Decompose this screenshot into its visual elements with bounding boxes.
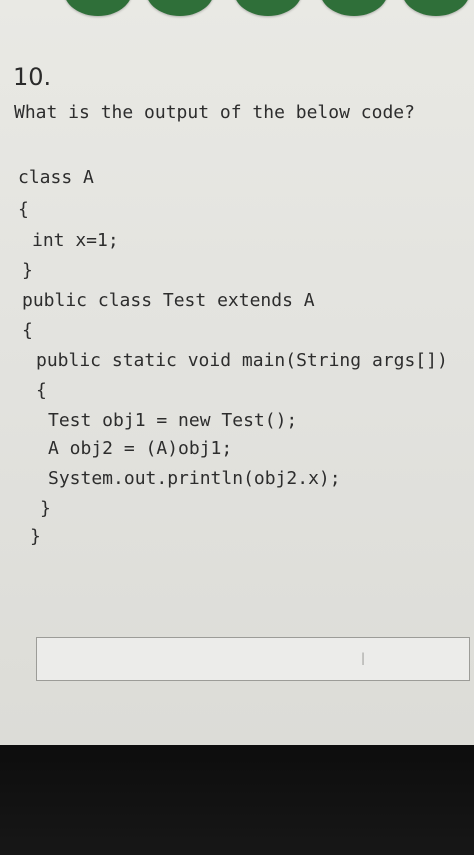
code-line-13: } — [30, 526, 41, 547]
code-line-2: { — [18, 199, 29, 220]
progress-dot-4[interactable] — [320, 0, 388, 16]
code-line-3: int x=1; — [32, 230, 119, 251]
code-line-8: { — [36, 380, 47, 401]
question-number: 10. — [13, 63, 52, 91]
code-line-11: System.out.println(obj2.x); — [48, 468, 341, 489]
progress-dot-3[interactable] — [234, 0, 302, 16]
progress-dot-2[interactable] — [146, 0, 214, 16]
code-line-4: } — [22, 260, 33, 281]
question-prompt: What is the output of the below code? — [14, 102, 415, 123]
quiz-screen: 10. What is the output of the below code… — [0, 0, 474, 745]
code-line-7: public static void main(String args[]) — [36, 350, 448, 371]
screen-bezel — [0, 745, 474, 855]
progress-dot-1[interactable] — [64, 0, 132, 16]
code-line-10: A obj2 = (A)obj1; — [48, 438, 233, 459]
code-line-12: } — [40, 498, 51, 519]
code-line-1: class A — [18, 167, 94, 188]
text-cursor: | — [360, 651, 365, 665]
code-line-5: public class Test extends A — [22, 290, 315, 311]
code-line-9: Test obj1 = new Test(); — [48, 410, 298, 431]
code-line-6: { — [22, 320, 33, 341]
answer-input[interactable]: | — [36, 637, 470, 681]
progress-dot-5[interactable] — [402, 0, 470, 16]
